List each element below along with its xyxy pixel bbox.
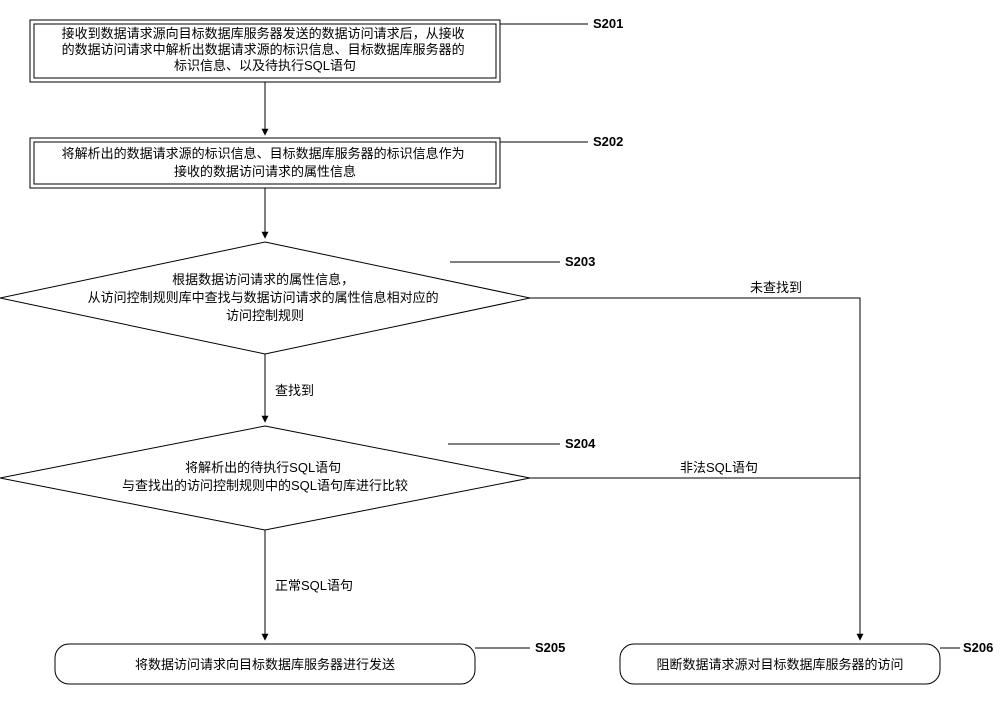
flow-node-s206: 阻断数据请求源对目标数据库服务器的访问: [620, 644, 940, 684]
s204-step-label: S204: [565, 436, 596, 451]
svg-text:阻断数据请求源对目标数据库服务器的访问: 阻断数据请求源对目标数据库服务器的访问: [656, 657, 903, 672]
s203-line1: 根据数据访问请求的属性信息，: [172, 272, 354, 287]
flow-node-s204: 将解析出的待执行SQL语句 与查找出的访问控制规则中的SQL语句库进行比较: [0, 426, 530, 530]
s206-step-label: S206: [963, 640, 993, 655]
flow-node-s202: 将解析出的数据请求源的标识信息、目标数据库服务器的标识信息作为 接收的数据访问请…: [30, 138, 500, 188]
s201-step-label: S201: [593, 16, 623, 31]
edge-label-illegal: 非法SQL语句: [680, 460, 758, 475]
s202-step-label: S202: [593, 134, 623, 149]
s206-line1: 阻断数据请求源对目标数据库服务器的访问: [656, 657, 903, 672]
s203-step-label: S203: [565, 254, 595, 269]
s203-line3: 访问控制规则: [226, 308, 304, 323]
edge-label-notfound: 未查找到: [750, 280, 802, 295]
flow-node-s203: 根据数据访问请求的属性信息， 从访问控制规则库中查找与数据访问请求的属性信息相对…: [0, 242, 530, 354]
flow-node-s205: 将数据访问请求向目标数据库服务器进行发送: [55, 644, 475, 684]
s201-line2: 的数据访问请求中解析出数据请求源的标识信息、目标数据库服务器的: [62, 42, 465, 57]
edge-label-found: 查找到: [275, 383, 314, 398]
svg-text:根据数据访问请求的属性信息， 从访问控制规则库中: 根据数据访问请求的属性信息， 从访问控制规则库中查找与数据访问请求的属性信息相对…: [88, 272, 443, 323]
s205-line1: 将数据访问请求向目标数据库服务器进行发送: [135, 657, 395, 672]
s202-line1: 将解析出的数据请求源的标识信息、目标数据库服务器的标识信息作为: [62, 146, 465, 161]
svg-text:将解析出的待执行SQL语句 与查找出的访问控制规: 将解析出的待执行SQL语句 与查找出的访问控制规则中的SQL语句库进行比较: [122, 460, 408, 493]
s204-line1: 将解析出的待执行SQL语句: [185, 460, 341, 475]
svg-text:将解析出的数据请求源的标识信息、目标数据库服务器的标识信息作: 将解析出的数据请求源的标识信息、目标数据库服务器的标识信息作为 接收的数据访问请…: [62, 146, 469, 179]
svg-text:接收到数据请求源向目标数据库服务器发送的数据访问请求后，从接: 接收到数据请求源向目标数据库服务器发送的数据访问请求后，从接收 的数据访问请求中…: [62, 26, 469, 73]
edge-label-normal: 正常SQL语句: [275, 578, 353, 593]
s205-step-label: S205: [535, 640, 565, 655]
svg-text:将数据访问请求向目标数据库服务器进行发送: 将数据访问请求向目标数据库服务器进行发送: [135, 657, 395, 672]
flow-node-s201: 接收到数据请求源向目标数据库服务器发送的数据访问请求后，从接收 的数据访问请求中…: [30, 20, 500, 82]
s201-line1: 接收到数据请求源向目标数据库服务器发送的数据访问请求后，从接收: [62, 26, 465, 41]
s201-line3: 标识信息、以及待执行SQL语句: [174, 58, 356, 73]
s203-line2: 从访问控制规则库中查找与数据访问请求的属性信息相对应的: [88, 290, 439, 305]
s204-line2: 与查找出的访问控制规则中的SQL语句库进行比较: [122, 478, 408, 493]
s202-line2: 接收的数据访问请求的属性信息: [174, 164, 356, 179]
